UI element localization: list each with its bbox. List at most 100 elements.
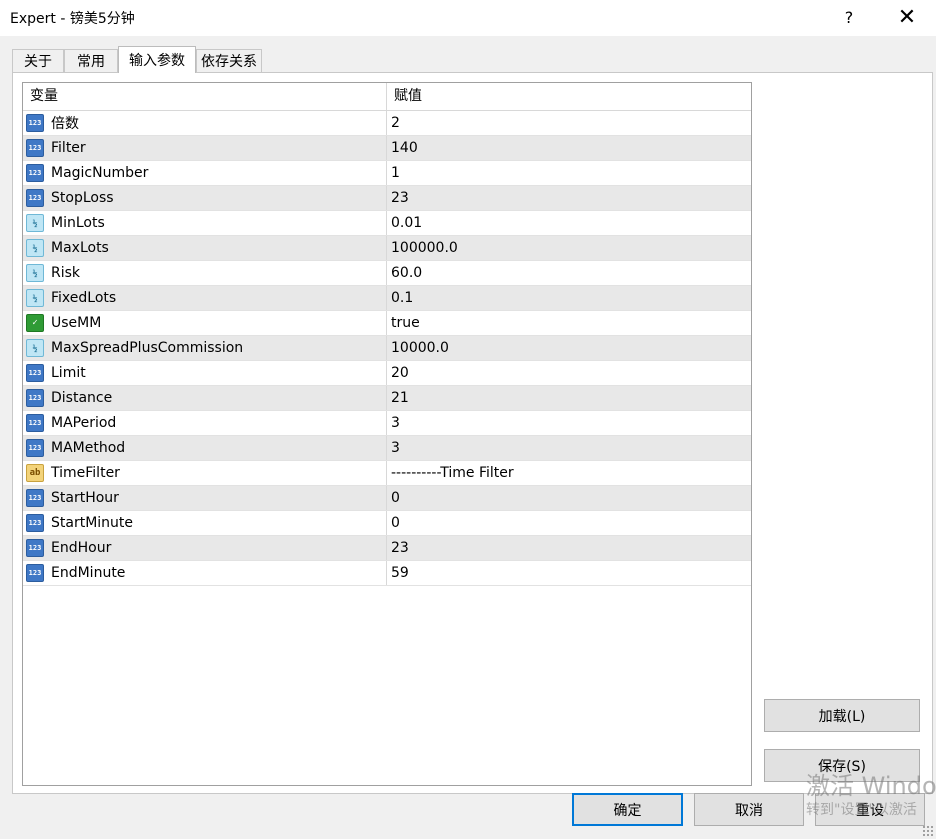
table-row[interactable]: 123 倍数 2	[23, 111, 751, 136]
double-type-icon: ½	[26, 264, 44, 282]
tab-common[interactable]: 常用	[64, 49, 118, 72]
header-variable[interactable]: 变量	[23, 83, 387, 110]
double-type-icon: ½	[26, 239, 44, 257]
variable-name: MagicNumber	[51, 165, 149, 181]
value-cell[interactable]: 60.0	[387, 261, 751, 285]
table-row[interactable]: ½ Risk 60.0	[23, 261, 751, 286]
table-row[interactable]: 123 Distance 21	[23, 386, 751, 411]
value-cell[interactable]: 0	[387, 511, 751, 535]
variable-cell[interactable]: 123 MAMethod	[23, 436, 387, 460]
table-row[interactable]: 123 StopLoss 23	[23, 186, 751, 211]
tab-about[interactable]: 关于	[12, 49, 64, 72]
table-row[interactable]: ½ FixedLots 0.1	[23, 286, 751, 311]
tab-dependencies[interactable]: 依存关系	[196, 49, 262, 72]
variable-cell[interactable]: ½ MaxSpreadPlusCommission	[23, 336, 387, 360]
variable-value: 3	[391, 440, 400, 456]
table-row[interactable]: 123 MAPeriod 3	[23, 411, 751, 436]
variable-cell[interactable]: 123 EndMinute	[23, 561, 387, 585]
integer-type-icon: 123	[26, 189, 44, 207]
variable-cell[interactable]: 123 EndHour	[23, 536, 387, 560]
value-cell[interactable]: 23	[387, 536, 751, 560]
variable-name: MAPeriod	[51, 415, 117, 431]
double-type-icon: ½	[26, 339, 44, 357]
variable-cell[interactable]: ½ MaxLots	[23, 236, 387, 260]
resize-grip-icon[interactable]	[922, 825, 934, 837]
table-row[interactable]: ✓ UseMM true	[23, 311, 751, 336]
value-cell[interactable]: 3	[387, 436, 751, 460]
variable-name: MinLots	[51, 215, 105, 231]
table-row[interactable]: ½ MaxSpreadPlusCommission 10000.0	[23, 336, 751, 361]
load-button[interactable]: 加载(L)	[764, 699, 920, 732]
grid-header: 变量 赋值	[23, 83, 751, 111]
variable-cell[interactable]: 123 StartHour	[23, 486, 387, 510]
table-row[interactable]: ½ MaxLots 100000.0	[23, 236, 751, 261]
double-type-icon: ½	[26, 214, 44, 232]
variable-cell[interactable]: ✓ UseMM	[23, 311, 387, 335]
value-cell[interactable]: 2	[387, 111, 751, 135]
variable-name: EndMinute	[51, 565, 126, 581]
value-cell[interactable]: 0.01	[387, 211, 751, 235]
variable-cell[interactable]: 123 StopLoss	[23, 186, 387, 210]
value-cell[interactable]: true	[387, 311, 751, 335]
table-row[interactable]: ab TimeFilter ----------Time Filter	[23, 461, 751, 486]
variable-cell[interactable]: 123 MagicNumber	[23, 161, 387, 185]
value-cell[interactable]: ----------Time Filter	[387, 461, 751, 485]
variable-value: ----------Time Filter	[391, 465, 514, 481]
parameters-grid[interactable]: 变量 赋值 123 倍数 2 123 Filter 140 123 MagicNumber 1 1…	[22, 82, 752, 786]
table-row[interactable]: 123 MAMethod 3	[23, 436, 751, 461]
cancel-button[interactable]: 取消	[694, 793, 804, 826]
variable-cell[interactable]: ½ MinLots	[23, 211, 387, 235]
table-row[interactable]: ½ MinLots 0.01	[23, 211, 751, 236]
value-cell[interactable]: 23	[387, 186, 751, 210]
variable-value: 0	[391, 515, 400, 531]
value-cell[interactable]: 21	[387, 386, 751, 410]
variable-cell[interactable]: 123 倍数	[23, 111, 387, 135]
variable-cell[interactable]: ½ Risk	[23, 261, 387, 285]
variable-cell[interactable]: 123 Distance	[23, 386, 387, 410]
variable-cell[interactable]: 123 MAPeriod	[23, 411, 387, 435]
table-row[interactable]: 123 MagicNumber 1	[23, 161, 751, 186]
variable-name: EndHour	[51, 540, 112, 556]
activation-watermark-sub: 转到"设置"以激活	[806, 802, 917, 818]
close-button[interactable]: ✕	[884, 0, 930, 34]
variable-name: StartHour	[51, 490, 119, 506]
value-cell[interactable]: 1	[387, 161, 751, 185]
variable-cell[interactable]: 123 StartMinute	[23, 511, 387, 535]
tab-inputs[interactable]: 输入参数	[118, 46, 196, 73]
value-cell[interactable]: 0	[387, 486, 751, 510]
table-row[interactable]: 123 EndMinute 59	[23, 561, 751, 586]
variable-value: 23	[391, 540, 409, 556]
variable-value: 10000.0	[391, 340, 449, 356]
variable-name: Filter	[51, 140, 86, 156]
value-cell[interactable]: 0.1	[387, 286, 751, 310]
variable-name: UseMM	[51, 315, 102, 331]
value-cell[interactable]: 59	[387, 561, 751, 585]
variable-name: MaxLots	[51, 240, 109, 256]
variable-value: 23	[391, 190, 409, 206]
variable-cell[interactable]: 123 Filter	[23, 136, 387, 160]
value-cell[interactable]: 3	[387, 411, 751, 435]
value-cell[interactable]: 100000.0	[387, 236, 751, 260]
value-cell[interactable]: 10000.0	[387, 336, 751, 360]
value-cell[interactable]: 20	[387, 361, 751, 385]
variable-name: StartMinute	[51, 515, 134, 531]
variable-cell[interactable]: 123 Limit	[23, 361, 387, 385]
help-button[interactable]: ?	[826, 0, 872, 34]
variable-name: MAMethod	[51, 440, 126, 456]
integer-type-icon: 123	[26, 139, 44, 157]
table-row[interactable]: 123 Filter 140	[23, 136, 751, 161]
ok-button[interactable]: 确定	[572, 793, 683, 826]
table-row[interactable]: 123 StartMinute 0	[23, 511, 751, 536]
integer-type-icon: 123	[26, 364, 44, 382]
value-cell[interactable]: 140	[387, 136, 751, 160]
variable-cell[interactable]: ab TimeFilter	[23, 461, 387, 485]
table-row[interactable]: 123 EndHour 23	[23, 536, 751, 561]
variable-cell[interactable]: ½ FixedLots	[23, 286, 387, 310]
variable-value: 59	[391, 565, 409, 581]
header-value[interactable]: 赋值	[387, 83, 751, 110]
table-row[interactable]: 123 StartHour 0	[23, 486, 751, 511]
variable-value: true	[391, 315, 420, 331]
variable-name: Risk	[51, 265, 81, 281]
table-row[interactable]: 123 Limit 20	[23, 361, 751, 386]
variable-value: 3	[391, 415, 400, 431]
